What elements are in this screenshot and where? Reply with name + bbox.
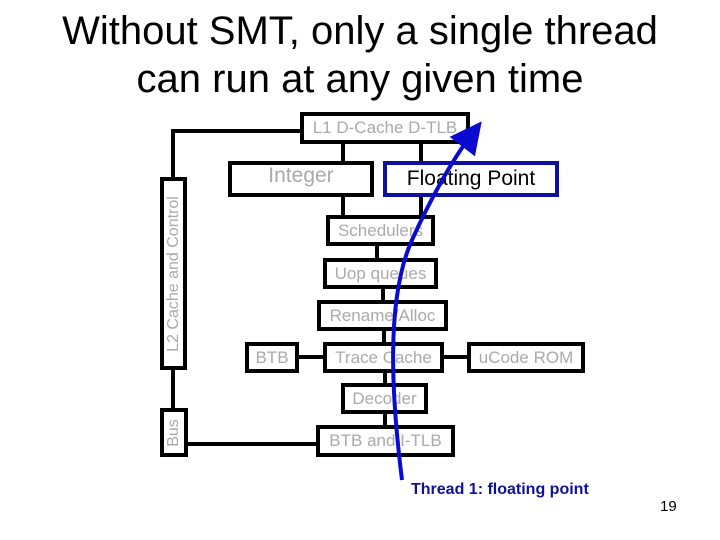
bus-box: Bus — [160, 408, 188, 457]
l2-cache-box: L2 Cache and Control — [160, 177, 187, 370]
l2-cache-label: L2 Cache and Control — [164, 195, 182, 352]
l1-dcache-label: L1 D-Cache D-TLB — [312, 118, 458, 137]
slide: Without SMT, only a single thread can ru… — [0, 0, 720, 540]
page-number: 19 — [660, 498, 677, 515]
rename-alloc-label: Rename/Alloc — [329, 305, 436, 325]
btb-box: BTB — [245, 342, 299, 373]
connector-l1-to-l2-horizontal — [171, 129, 303, 133]
trace-cache-box: Trace Cache — [323, 342, 444, 373]
schedulers-box: Schedulers — [326, 215, 435, 246]
bus-label: Bus — [165, 418, 183, 447]
floating-point-box: Floating Point — [383, 161, 559, 197]
integer-box: Integer — [228, 161, 374, 197]
floating-point-label: Floating Point — [406, 167, 536, 190]
thread-caption: Thread 1: floating point — [411, 481, 589, 498]
connector-fp-to-schedulers — [419, 194, 423, 217]
slide-title-line-1: Without SMT, only a single thread — [62, 9, 658, 53]
connector-l1-to-integer — [341, 141, 345, 163]
decoder-label: Decoder — [352, 388, 417, 408]
btb-itlb-box: BTB and I-TLB — [316, 425, 455, 457]
connector-l1-to-l2-vertical — [171, 129, 175, 179]
uop-queues-box: Uop queues — [323, 258, 438, 289]
connector-btb-to-trace — [296, 355, 326, 359]
ucode-rom-label: uCode ROM — [478, 347, 574, 367]
trace-cache-label: Trace Cache — [335, 347, 432, 367]
connector-trace-to-ucode — [441, 355, 470, 359]
connector-integer-to-schedulers — [341, 195, 345, 217]
slide-title-line-2: can run at any given time — [136, 57, 584, 101]
l1-dcache-box: L1 D-Cache D-TLB — [300, 112, 470, 144]
btb-label: BTB — [255, 347, 289, 367]
ucode-rom-box: uCode ROM — [467, 342, 585, 373]
btb-itlb-label: BTB and I-TLB — [329, 431, 442, 450]
rename-alloc-box: Rename/Alloc — [317, 300, 448, 331]
schedulers-label: Schedulers — [337, 220, 424, 240]
integer-label: Integer — [268, 164, 334, 187]
connector-bus-to-btb-itlb — [185, 442, 319, 446]
decoder-box: Decoder — [341, 383, 428, 414]
uop-queues-label: Uop queues — [334, 263, 427, 283]
connector-l2-to-bus — [171, 367, 175, 410]
